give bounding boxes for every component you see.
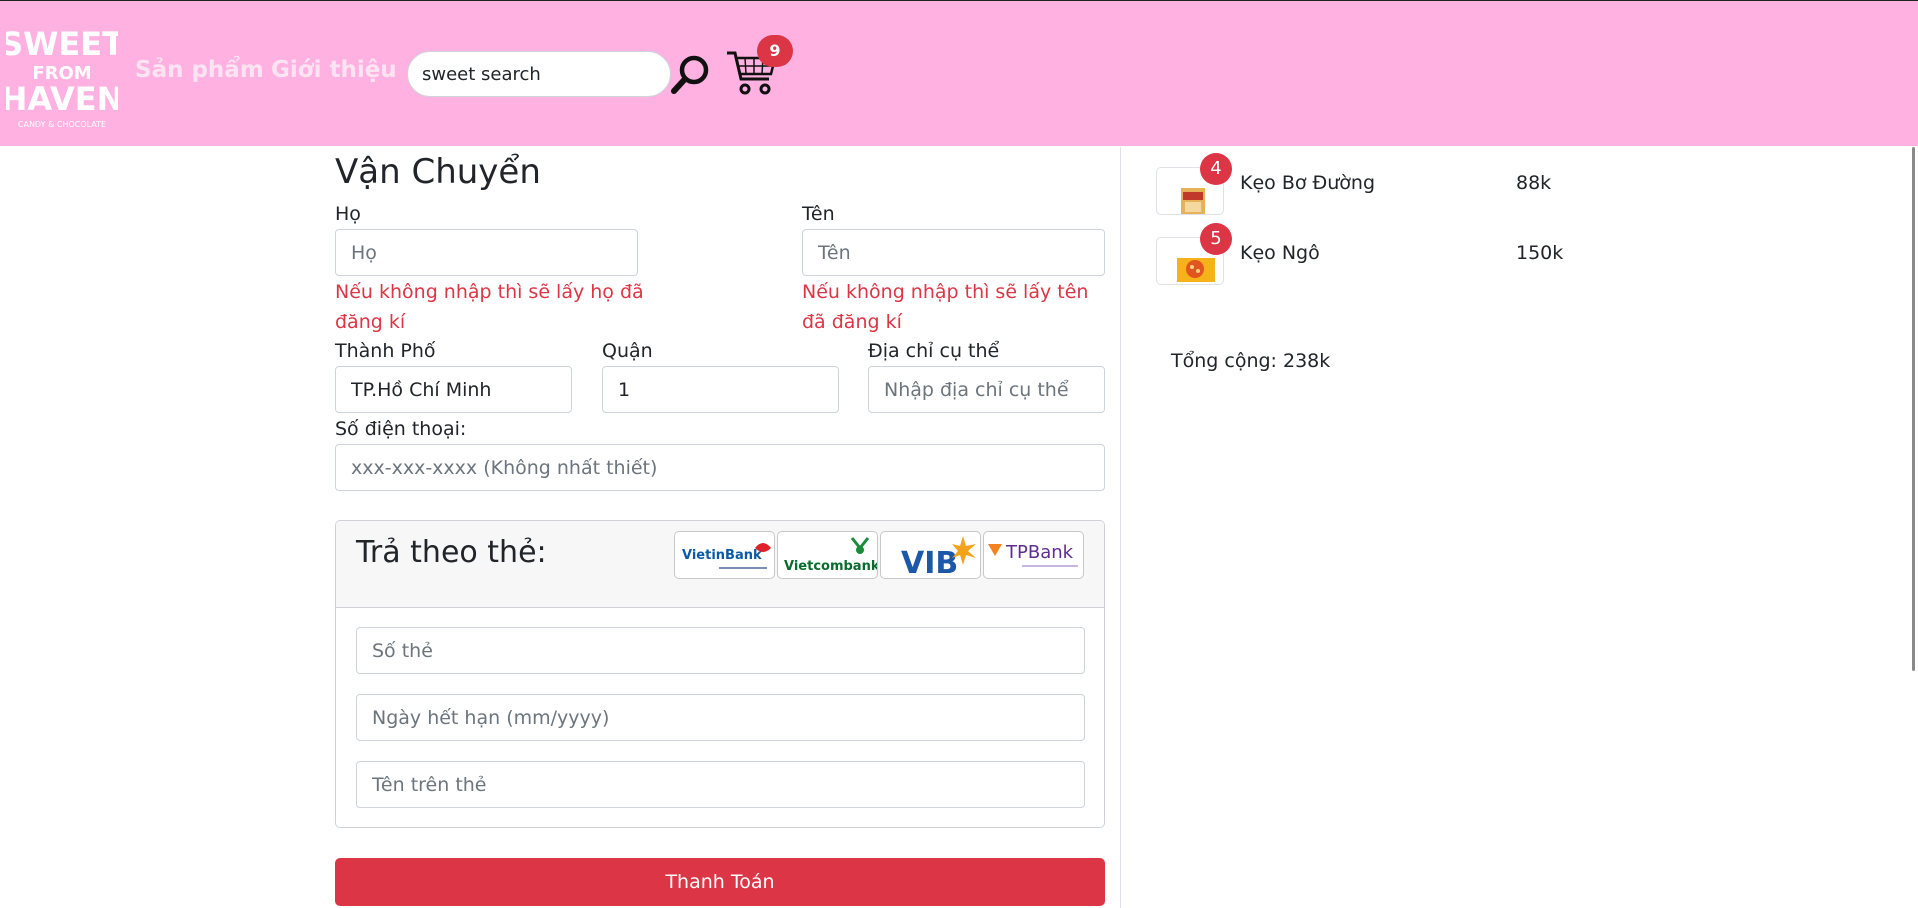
checkout-button[interactable]: Thanh Toán [335,858,1105,906]
cart-item-qty-badge: 5 [1200,223,1232,255]
cart-item-qty-badge: 4 [1200,153,1232,185]
payment-title: Trả theo thẻ: [356,535,547,570]
city-label: Thành Phố [335,340,436,362]
last-name-label: Họ [335,203,361,225]
last-name-input[interactable] [335,229,638,276]
svg-text:SWEET: SWEET [6,25,118,63]
payment-card: Trả theo thẻ: VietinBank Vietcombank VIB [335,520,1105,828]
district-input[interactable] [602,366,839,413]
page-scrollbar[interactable] [1912,147,1915,671]
vib-logo[interactable]: VIB [880,531,981,579]
phone-label: Số điện thoại: [335,418,467,440]
card-name-input[interactable] [356,761,1085,808]
card-number-input[interactable] [356,627,1085,674]
card-expiry-input[interactable] [356,694,1085,741]
city-input[interactable] [335,366,572,413]
brand-logo[interactable]: SWEET FROM HAVEN CANDY & CHOCOLATE [0,15,124,131]
address-label: Địa chỉ cụ thể [868,340,1000,362]
payment-card-header: Trả theo thẻ: VietinBank Vietcombank VIB [336,521,1104,608]
svg-text:HAVEN: HAVEN [6,80,118,118]
tpbank-logo[interactable]: TPBank [983,531,1084,579]
search-icon[interactable] [668,51,712,97]
svg-text:Vietcombank: Vietcombank [784,559,878,574]
cart-item-name: Kẹo Bơ Đường [1240,172,1376,194]
svg-text:VietinBank: VietinBank [682,548,762,563]
svg-text:VIB: VIB [901,546,958,579]
search-input[interactable] [407,51,671,97]
cart-item-name: Kẹo Ngô [1240,242,1320,264]
column-divider [1120,147,1121,908]
page-title: Vận Chuyển [335,152,541,192]
first-name-label: Tên [802,203,835,225]
district-label: Quận [602,340,653,362]
navbar: SWEET FROM HAVEN CANDY & CHOCOLATE Sản p… [0,1,1918,146]
brand-logo-mark: SWEET FROM HAVEN CANDY & CHOCOLATE [0,25,124,129]
phone-input[interactable] [335,444,1105,491]
nav-about-link[interactable]: Giới thiệu [271,57,397,83]
first-name-hint: Nếu không nhập thì sẽ lấy tên đã đăng kí [802,281,1089,333]
cart-item-price: 88k [1516,172,1552,194]
address-input[interactable] [868,366,1105,413]
cart-item-price: 150k [1516,242,1564,264]
cart-count-badge: 9 [757,35,793,67]
vietinbank-logo[interactable]: VietinBank [674,531,775,579]
nav-products-link[interactable]: Sản phẩm [135,57,264,83]
order-total: Tổng cộng: 238k [1171,350,1331,372]
svg-text:CANDY & CHOCOLATE: CANDY & CHOCOLATE [18,120,106,129]
vietcombank-logo[interactable]: Vietcombank [777,531,878,579]
svg-text:TPBank: TPBank [1005,542,1074,563]
last-name-hint: Nếu không nhập thì sẽ lấy họ đã đăng kí [335,281,644,333]
first-name-input[interactable] [802,229,1105,276]
